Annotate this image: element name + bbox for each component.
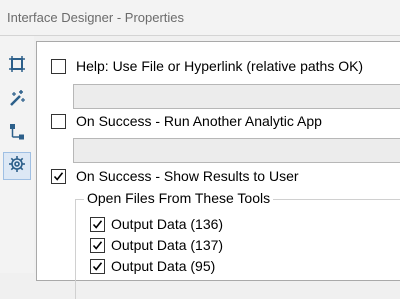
properties-panel: Help: Use File or Hyperlink (relative pa… (36, 41, 400, 299)
open-files-title: Open Files From These Tools (84, 190, 274, 206)
help-option: Help: Use File or Hyperlink (relative pa… (51, 58, 363, 74)
sidebar-item-layout[interactable] (3, 52, 31, 80)
title-bar: Interface Designer - Properties (0, 0, 400, 36)
sidebar (0, 36, 34, 273)
run-app-label: On Success - Run Another Analytic App (76, 113, 322, 129)
magic-wand-icon (8, 89, 26, 112)
help-label: Help: Use File or Hyperlink (relative pa… (76, 58, 364, 74)
checkmark-icon (92, 240, 103, 250)
sidebar-item-actions[interactable] (3, 86, 31, 114)
show-results-label: On Success - Show Results to User (76, 168, 299, 184)
checkmark-icon (92, 219, 103, 229)
run-app-option: On Success - Run Another Analytic App (51, 113, 322, 129)
output-data-136-checkbox[interactable] (90, 216, 105, 232)
output-data-95-checkbox[interactable] (90, 258, 105, 274)
checkmark-icon (53, 171, 64, 181)
output-data-137-label: Output Data (137) (111, 237, 224, 253)
output-data-136-label: Output Data (136) (111, 216, 224, 232)
layout-icon (8, 55, 26, 78)
tree-icon (8, 123, 26, 146)
list-item: Output Data (95) (90, 258, 215, 274)
show-results-option: On Success - Show Results to User (51, 168, 299, 184)
run-app-checkbox[interactable] (51, 113, 66, 129)
sidebar-item-tree[interactable] (3, 120, 31, 148)
gear-icon (8, 155, 26, 178)
list-item: Output Data (136) (90, 216, 223, 232)
sidebar-item-settings[interactable] (3, 152, 31, 180)
show-results-checkbox[interactable] (51, 168, 66, 184)
run-app-path-field[interactable] (73, 138, 400, 163)
help-path-field[interactable] (73, 84, 400, 109)
window-title: Interface Designer - Properties (7, 10, 185, 25)
output-data-95-label: Output Data (95) (111, 258, 216, 274)
list-item: Output Data (137) (90, 237, 223, 253)
output-data-137-checkbox[interactable] (90, 237, 105, 253)
open-files-group: Open Files From These Tools Output Data … (75, 190, 400, 299)
checkmark-icon (92, 261, 103, 271)
help-checkbox[interactable] (51, 58, 66, 74)
